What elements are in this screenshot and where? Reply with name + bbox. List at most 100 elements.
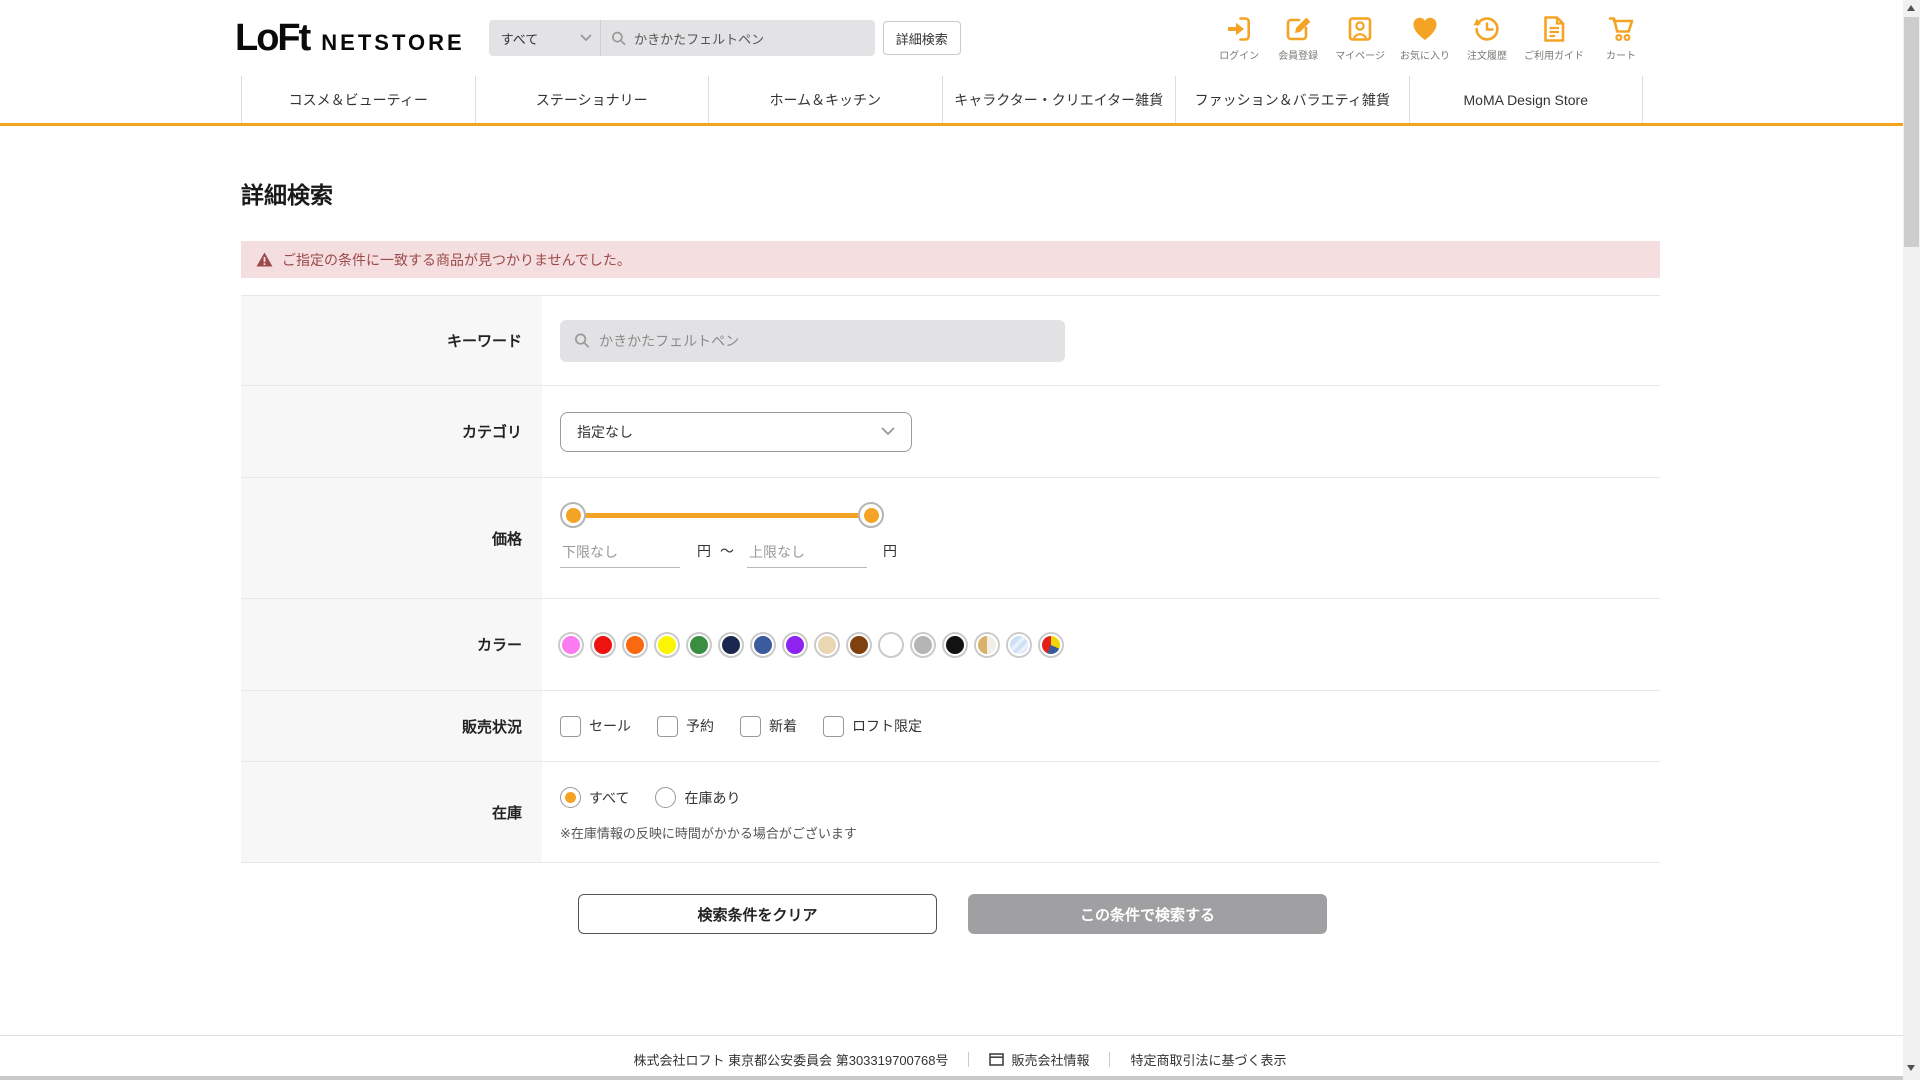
history-link[interactable]: 注文履歴 [1465, 14, 1509, 62]
nav-item-moma[interactable]: MoMA Design Store [1408, 76, 1643, 123]
register-link[interactable]: 会員登録 [1276, 14, 1320, 62]
page-title: 詳細検索 [241, 182, 333, 208]
header-quick-links: ログイン 会員登録 マイページ お気に入り 注文履歴 ご利用ガイド カート [1217, 14, 1643, 62]
color-swatch-white[interactable] [880, 633, 902, 656]
cart-link[interactable]: カート [1599, 14, 1643, 62]
register-icon [1283, 14, 1313, 44]
price-unit-label: 円 [883, 543, 897, 559]
sale-status-row: 販売状況 セール 予約 新着 ロフト限定 [241, 691, 1660, 762]
checkbox-box[interactable] [560, 715, 581, 737]
slider-min-handle[interactable] [560, 502, 586, 528]
color-swatch-red[interactable] [592, 633, 614, 656]
color-swatch-multicolor[interactable] [1040, 633, 1062, 656]
color-swatch-black[interactable] [944, 633, 966, 656]
login-label: ログイン [1219, 51, 1260, 62]
category-select[interactable]: 指定なし [560, 411, 912, 452]
guide-label: ご利用ガイド [1524, 51, 1584, 62]
radio-label: すべて [589, 789, 630, 806]
checkbox-new[interactable]: 新着 [740, 715, 797, 737]
footer-link-seller-info[interactable]: 販売会社情報 [989, 1050, 1089, 1069]
search-category-value: すべて [500, 31, 539, 47]
color-swatch-green[interactable] [688, 633, 710, 656]
search-icon [611, 31, 626, 45]
price-max-input[interactable] [747, 544, 867, 568]
checkbox-box[interactable] [657, 715, 678, 737]
nav-item-cosmetics[interactable]: コスメ＆ビューティー [241, 76, 475, 123]
color-swatch-orange[interactable] [624, 633, 646, 656]
cart-label: カート [1606, 51, 1636, 62]
checkbox-label: ロフト限定 [852, 718, 922, 734]
search-category-select[interactable]: すべて [489, 20, 601, 56]
search-input[interactable] [634, 30, 865, 46]
checkbox-loft-limited[interactable]: ロフト限定 [823, 715, 922, 737]
radio-all[interactable]: すべて [560, 787, 629, 808]
price-row: 価格 円 ～ 円 [241, 478, 1660, 599]
footer-link-commerce-law[interactable]: 特定商取引法に基づく表示 [1130, 1050, 1286, 1069]
checkbox-sale[interactable]: セール [560, 715, 631, 737]
scrollbar-up-arrow-icon[interactable] [1907, 5, 1915, 11]
price-min-input[interactable] [560, 544, 680, 568]
category-row: カテゴリ 指定なし [241, 386, 1660, 478]
color-swatch-navy[interactable] [720, 633, 742, 656]
scrollbar-thumb[interactable] [1904, 17, 1919, 247]
stock-label: 在庫 [241, 762, 542, 862]
footer-link-label: 販売会社情報 [1011, 1052, 1090, 1068]
favorite-label: お気に入り [1400, 51, 1450, 62]
form-actions: 検索条件をクリア この条件で検索する [578, 894, 1920, 934]
warning-icon [256, 252, 273, 267]
slider-max-handle[interactable] [858, 502, 884, 528]
keyword-input[interactable] [599, 332, 1051, 349]
bottom-bar [0, 1076, 1903, 1080]
logo-loft-text: LoFt [235, 16, 311, 59]
color-swatch-blue[interactable] [752, 633, 774, 656]
color-swatch-gray[interactable] [912, 633, 934, 656]
favorite-link[interactable]: お気に入り [1400, 14, 1450, 62]
checkbox-reservation[interactable]: 予約 [657, 715, 714, 737]
checkbox-box[interactable] [740, 715, 761, 737]
price-inputs: 円 ～ 円 [560, 541, 1660, 568]
radio-button[interactable] [655, 787, 677, 808]
color-swatches [560, 633, 1062, 656]
search-field [601, 20, 875, 56]
color-swatch-beige[interactable] [816, 633, 838, 656]
guide-icon [1539, 14, 1569, 44]
color-swatch-yellow[interactable] [656, 633, 678, 656]
nav-item-character[interactable]: キャラクター・クリエイター雑貨 [941, 76, 1176, 123]
clear-conditions-button[interactable]: 検索条件をクリア [578, 894, 937, 934]
category-nav: コスメ＆ビューティー ステーショナリー ホーム＆キッチン キャラクター・クリエイ… [241, 76, 1643, 123]
color-swatch-brown[interactable] [848, 633, 870, 656]
color-swatch-gold-silver[interactable] [976, 633, 998, 656]
color-swatch-pink[interactable] [560, 633, 582, 656]
slider-track [573, 513, 871, 518]
mypage-link[interactable]: マイページ [1335, 14, 1385, 62]
vertical-scrollbar[interactable] [1903, 0, 1920, 1080]
scrollbar-down-arrow-icon[interactable] [1907, 1065, 1915, 1071]
stock-options: すべて 在庫あり [560, 787, 1660, 808]
checkbox-box[interactable] [823, 715, 844, 737]
guide-link[interactable]: ご利用ガイド [1524, 14, 1584, 62]
footer-company-text: 株式会社ロフト 東京都公安委員会 第303319700768号 [633, 1052, 949, 1068]
logo-netstore-text: NETSTORE [321, 29, 465, 55]
search-with-conditions-button[interactable]: この条件で検索する [968, 894, 1327, 934]
nav-item-home-kitchen[interactable]: ホーム＆キッチン [708, 76, 942, 123]
chevron-down-icon [881, 427, 895, 436]
radio-button-checked[interactable] [560, 787, 581, 808]
detail-search-button[interactable]: 詳細検索 [882, 21, 961, 55]
category-label: カテゴリ [241, 386, 542, 477]
nav-item-stationery[interactable]: ステーショナリー [474, 76, 709, 123]
search-form: キーワード カテゴリ 指定なし 価格 [241, 295, 1660, 863]
search-icon [575, 333, 590, 348]
radio-in-stock[interactable]: 在庫あり [655, 787, 740, 808]
stock-row: 在庫 すべて 在庫あり ※在庫情報の反映に時間がかかる場合がございます [241, 762, 1660, 863]
category-select-value: 指定なし [577, 423, 633, 440]
mypage-icon [1345, 14, 1375, 44]
login-link[interactable]: ログイン [1217, 14, 1261, 62]
sale-status-options: セール 予約 新着 ロフト限定 [560, 715, 922, 737]
nav-item-fashion[interactable]: ファッション＆バラエティ雑貨 [1175, 76, 1409, 123]
color-row: カラー [241, 599, 1660, 691]
color-swatch-purple[interactable] [784, 633, 806, 656]
loft-logo[interactable]: LoFt NETSTORE [235, 17, 465, 60]
favorite-icon [1410, 14, 1440, 44]
checkbox-label: セール [589, 718, 631, 734]
color-swatch-clear[interactable] [1008, 633, 1030, 656]
